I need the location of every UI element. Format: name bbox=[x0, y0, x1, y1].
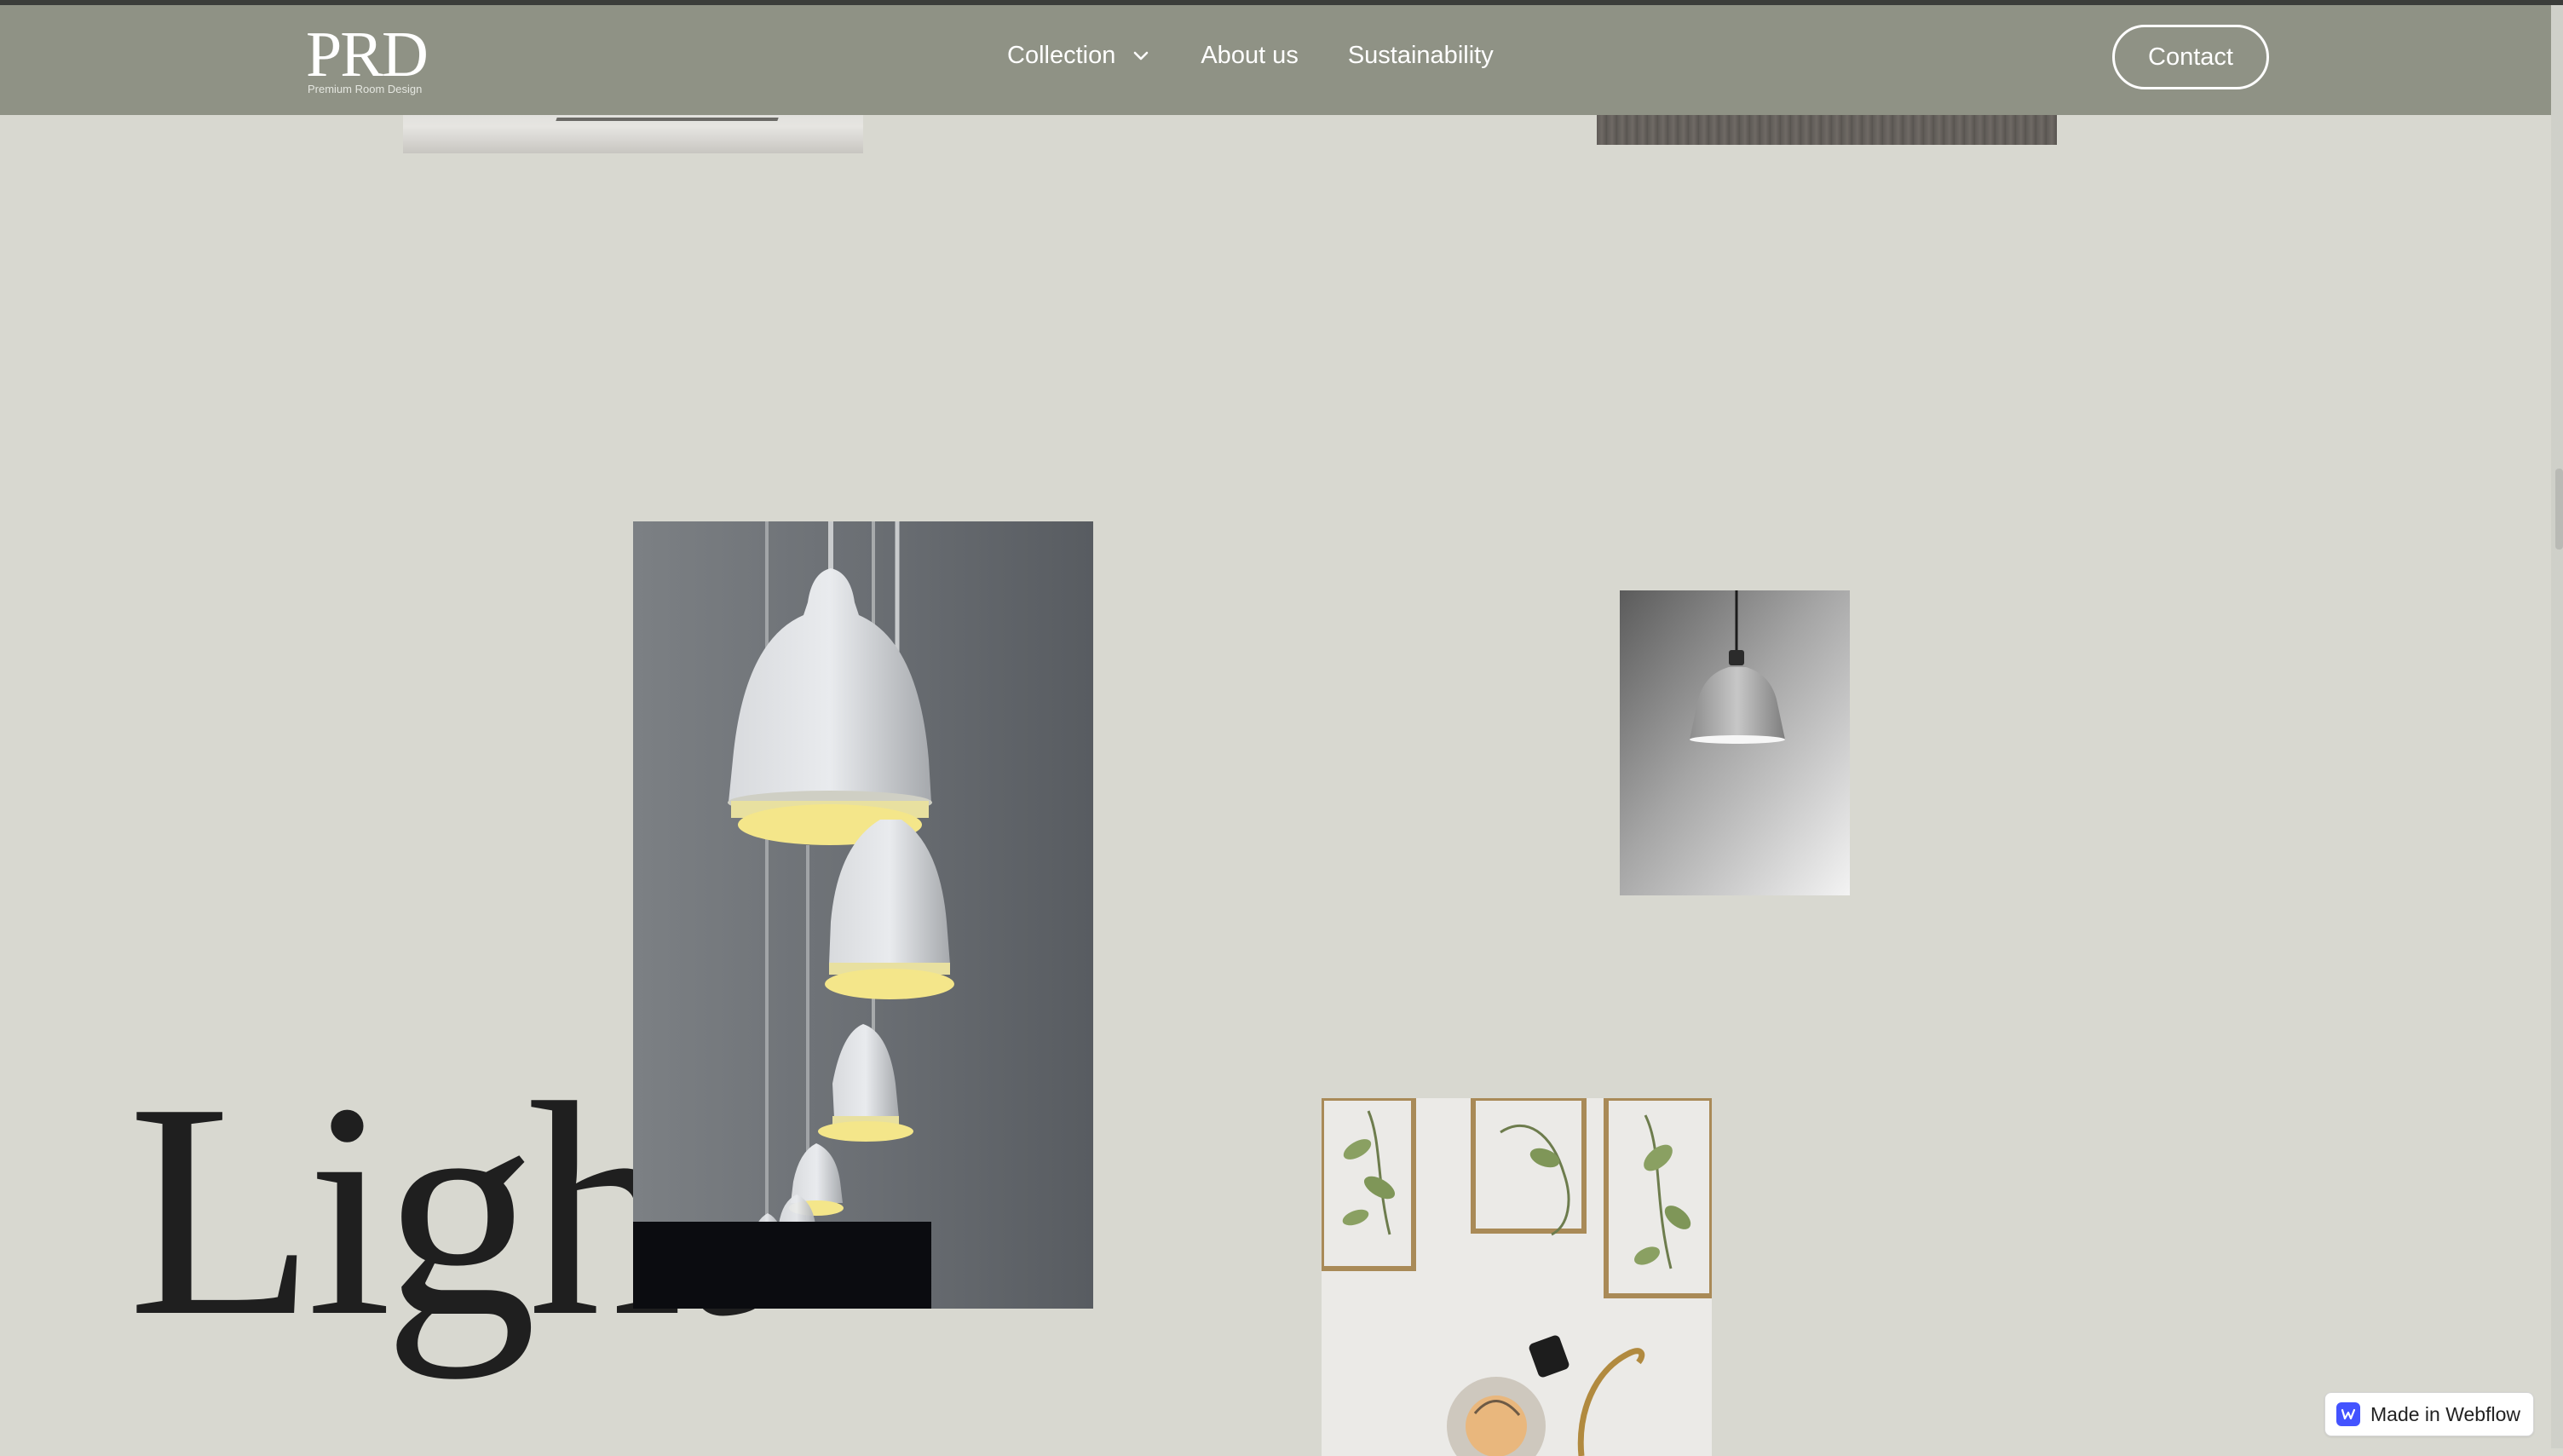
main-nav: Collection About us Sustainability bbox=[1007, 34, 1494, 77]
page-scrollbar-track[interactable] bbox=[2551, 0, 2563, 1448]
made-in-webflow-badge[interactable]: Made in Webflow bbox=[2324, 1392, 2534, 1436]
site-navbar: PRD Premium Room Design Collection About… bbox=[0, 0, 2551, 115]
nav-item-about-us[interactable]: About us bbox=[1201, 42, 1298, 70]
brand-logo[interactable]: PRD Premium Room Design bbox=[306, 20, 442, 97]
badge-label: Made in Webflow bbox=[2370, 1402, 2520, 1425]
page-scrollbar-thumb[interactable] bbox=[2555, 469, 2563, 550]
chevron-down-icon bbox=[1134, 51, 1149, 60]
window-top-border bbox=[0, 0, 2563, 5]
image-detail bbox=[556, 118, 779, 121]
nav-item-collection[interactable]: Collection bbox=[1007, 42, 1151, 70]
webflow-logo-glyph bbox=[2341, 1408, 2356, 1420]
plant-lamp-illustration bbox=[1322, 1098, 1712, 1456]
pendant-lamps-image bbox=[633, 521, 1093, 1309]
webflow-logo-icon bbox=[2336, 1402, 2360, 1426]
nav-item-label: About us bbox=[1201, 41, 1299, 69]
plant-lamp-image bbox=[1322, 1098, 1712, 1456]
nav-item-label: Collection bbox=[1007, 41, 1116, 69]
pendant-lamps-illustration bbox=[633, 521, 1093, 1309]
logo-mark: PRD bbox=[306, 19, 429, 90]
contact-button[interactable]: Contact bbox=[2112, 25, 2269, 89]
logo-subtitle: Premium Room Design bbox=[308, 83, 423, 95]
nav-item-sustainability[interactable]: Sustainability bbox=[1348, 42, 1494, 70]
single-pendant-image bbox=[1620, 590, 1850, 895]
nav-item-label: Sustainability bbox=[1347, 41, 1494, 69]
single-pendant-illustration bbox=[1620, 590, 1850, 895]
